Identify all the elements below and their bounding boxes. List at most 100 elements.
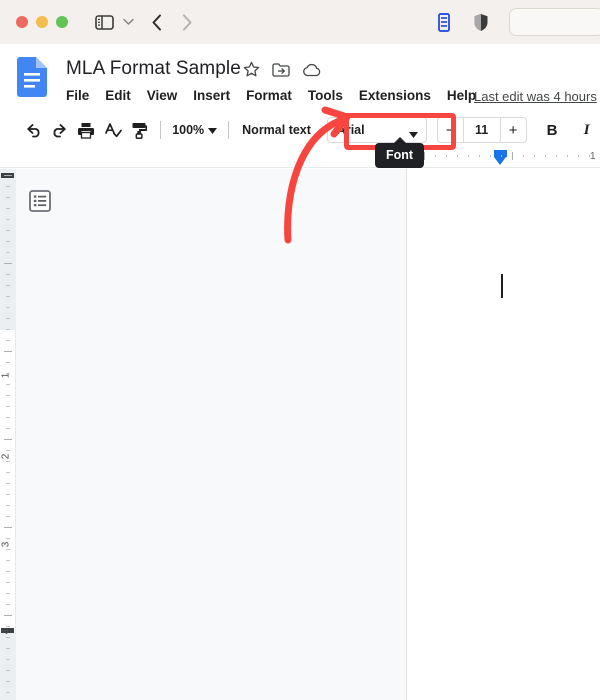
ruler-tick (534, 155, 535, 157)
decrease-font-size-button[interactable]: − (436, 117, 463, 143)
menu-item-extensions[interactable]: Extensions (359, 88, 431, 103)
browser-toolbar (0, 0, 600, 44)
horizontal-ruler[interactable]: 1 (0, 148, 600, 168)
font-family-dropdown[interactable]: Arial (326, 117, 427, 143)
font-size-input[interactable]: 11 (462, 117, 501, 143)
zoom-level-value: 100% (172, 123, 205, 137)
address-bar-input[interactable] (509, 8, 600, 36)
menu-item-tools[interactable]: Tools (308, 88, 343, 103)
ruler-tick (6, 285, 10, 286)
window-traffic-lights (16, 16, 68, 28)
menu-item-help[interactable]: Help (447, 88, 476, 103)
ruler-tick (6, 659, 10, 660)
ruler-tick (6, 637, 10, 638)
menu-item-edit[interactable]: Edit (105, 88, 131, 103)
reader-mode-icon[interactable] (437, 12, 451, 32)
bold-button[interactable]: B (539, 117, 566, 144)
paint-format-icon[interactable] (127, 117, 154, 144)
ruler-tick (6, 219, 10, 220)
menu-item-file[interactable]: File (66, 88, 89, 103)
ruler-tick (6, 296, 10, 297)
ruler-tick (578, 155, 579, 157)
chevron-right-icon[interactable] (182, 14, 192, 31)
ruler-tick (6, 406, 10, 407)
italic-button[interactable]: I (573, 117, 600, 144)
ruler-tick (4, 439, 12, 440)
google-docs-icon[interactable] (16, 56, 48, 98)
ruler-tick (6, 648, 10, 649)
ruler-tick (6, 252, 10, 253)
move-to-folder-icon[interactable] (272, 62, 290, 83)
ruler-tick (6, 560, 10, 561)
ruler-tick (6, 626, 10, 627)
ruler-tick (479, 155, 480, 157)
redo-icon[interactable] (46, 117, 73, 144)
zoom-level-dropdown[interactable]: 100% (168, 120, 221, 140)
ruler-tick (6, 340, 10, 341)
ruler-tick (6, 329, 10, 330)
ruler-tick (6, 318, 10, 319)
increase-font-size-button[interactable]: + (500, 117, 527, 143)
ruler-tick (6, 681, 10, 682)
chevron-down-icon[interactable] (123, 18, 134, 26)
menu-item-format[interactable]: Format (246, 88, 292, 103)
ruler-tick (523, 155, 524, 157)
document-outline-icon[interactable] (27, 188, 53, 214)
toolbar-divider (228, 121, 230, 139)
sidebar-icon[interactable] (95, 14, 114, 30)
ruler-tick (6, 428, 10, 429)
font-family-value: Arial (336, 123, 365, 137)
star-icon[interactable] (243, 61, 260, 83)
ruler-tick (589, 155, 590, 157)
browser-right-controls (437, 0, 600, 44)
cloud-saved-icon[interactable] (302, 63, 321, 82)
chevron-left-icon[interactable] (152, 14, 162, 31)
minimize-window-button[interactable] (36, 16, 48, 28)
chevron-down-icon (208, 123, 218, 137)
ruler-tick (6, 384, 10, 385)
vertical-ruler[interactable]: 1 2 3 4 (0, 169, 16, 700)
text-style-dropdown[interactable]: Normal text (236, 119, 317, 141)
page-title[interactable]: MLA Format Sample (66, 58, 241, 80)
ruler-tick (6, 505, 10, 506)
ruler-tick (4, 527, 12, 528)
app-root: MLA Format Sample File Edit View Insert … (0, 0, 600, 700)
document-page[interactable] (406, 169, 600, 700)
ruler-tick (6, 241, 10, 242)
ruler-tick (4, 615, 12, 616)
ruler-number: 2 (0, 453, 12, 460)
ruler-tick (4, 351, 12, 352)
ruler-number: 4 (0, 628, 12, 635)
ruler-tick (6, 571, 10, 572)
maximize-window-button[interactable] (56, 16, 68, 28)
title-action-icons (243, 61, 321, 83)
ruler-tick (4, 175, 12, 176)
ruler-number: 3 (0, 541, 12, 548)
print-icon[interactable] (73, 117, 100, 144)
menu-item-view[interactable]: View (147, 88, 178, 103)
font-size-stepper: − 11 + (436, 117, 527, 143)
ruler-tick (6, 692, 10, 693)
menu-item-insert[interactable]: Insert (193, 88, 230, 103)
spellcheck-icon[interactable] (100, 117, 127, 144)
ruler-margin-shade (0, 169, 16, 330)
privacy-shield-icon[interactable] (473, 13, 489, 32)
ruler-tick (6, 373, 10, 374)
undo-icon[interactable] (20, 117, 47, 144)
menu-bar: File Edit View Insert Format Tools Exten… (66, 88, 476, 103)
ruler-tick (490, 155, 491, 157)
last-edit-status[interactable]: Last edit was 4 hours (474, 89, 597, 104)
ruler-tick (6, 230, 10, 231)
ruler-tick (6, 362, 10, 363)
ruler-tick (567, 155, 568, 157)
close-window-button[interactable] (16, 16, 28, 28)
ruler-tick (556, 155, 557, 157)
toolbar-divider (160, 121, 162, 139)
ruler-tick (6, 208, 10, 209)
ruler-tick (6, 538, 10, 539)
ruler-tick (435, 155, 436, 157)
ruler-tick (6, 450, 10, 451)
ruler-tick (6, 483, 10, 484)
docs-header: MLA Format Sample File Edit View Insert … (0, 44, 600, 112)
ruler-tick (6, 604, 10, 605)
